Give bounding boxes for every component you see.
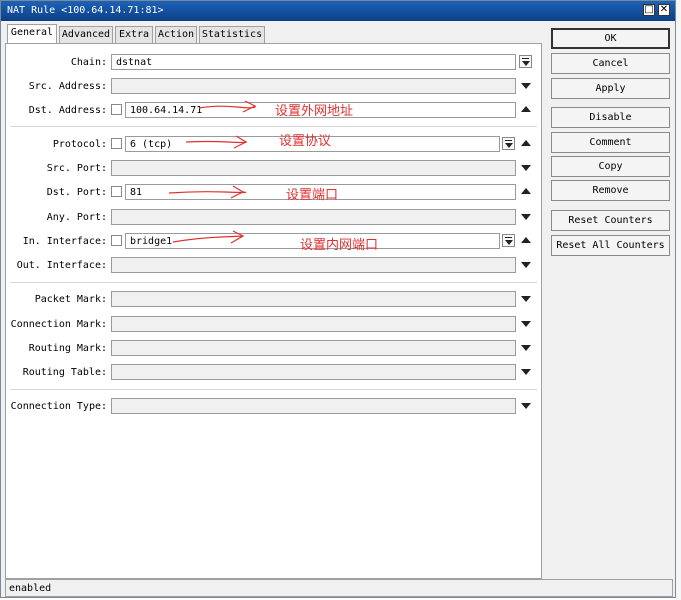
- src-port-field[interactable]: [111, 160, 516, 176]
- reset-all-counters-button[interactable]: Reset All Counters: [551, 235, 670, 256]
- routing-mark-expand-icon[interactable]: [521, 345, 531, 351]
- copy-button[interactable]: Copy: [551, 156, 670, 177]
- dst-address-row: Dst. Address: 100.64.14.71: [6, 102, 541, 119]
- title-bar[interactable]: NAT Rule <100.64.14.71:81> □ ✕: [1, 1, 675, 21]
- connection-type-label: Connection Type:: [10, 401, 107, 412]
- tab-action[interactable]: Action: [155, 26, 197, 43]
- routing-table-label: Routing Table:: [22, 367, 107, 378]
- annotation-dst-address: 设置外网地址: [275, 104, 354, 119]
- out-interface-row: Out. Interface:: [6, 257, 541, 274]
- src-port-label: Src. Port:: [46, 163, 107, 174]
- dst-address-label: Dst. Address:: [28, 105, 107, 116]
- connection-type-expand-icon[interactable]: [521, 403, 531, 409]
- protocol-row: Protocol: 6 (tcp): [6, 136, 541, 153]
- maximize-icon[interactable]: □: [643, 4, 655, 16]
- cancel-button[interactable]: Cancel: [551, 53, 670, 74]
- protocol-value: 6 (tcp): [130, 139, 173, 150]
- annotation-arrow: [172, 230, 245, 244]
- in-interface-value: bridge1: [130, 236, 173, 247]
- dst-port-value: 81: [130, 187, 143, 198]
- close-icon[interactable]: ✕: [658, 4, 670, 16]
- in-interface-dropdown-icon[interactable]: [502, 234, 515, 247]
- packet-mark-expand-icon[interactable]: [521, 296, 531, 302]
- apply-button[interactable]: Apply: [551, 78, 670, 99]
- chain-row: Chain: dstnat: [6, 54, 541, 71]
- connection-mark-row: Connection Mark:: [6, 316, 541, 333]
- any-port-expand-icon[interactable]: [521, 214, 531, 220]
- routing-mark-field[interactable]: [111, 340, 516, 356]
- any-port-label: Any. Port:: [46, 212, 107, 223]
- background-strip: [676, 0, 681, 600]
- src-address-expand-icon[interactable]: [521, 83, 531, 89]
- routing-table-expand-icon[interactable]: [521, 369, 531, 375]
- dst-port-negate-checkbox[interactable]: [111, 186, 122, 197]
- any-port-row: Any. Port:: [6, 209, 541, 226]
- connection-type-row: Connection Type:: [6, 398, 541, 415]
- protocol-label: Protocol:: [52, 139, 107, 150]
- ok-button[interactable]: OK: [551, 28, 670, 49]
- separator: [10, 389, 537, 390]
- protocol-collapse-icon[interactable]: [521, 140, 531, 146]
- out-interface-label: Out. Interface:: [16, 260, 107, 271]
- tab-advanced[interactable]: Advanced: [59, 26, 113, 43]
- protocol-dropdown-icon[interactable]: [502, 137, 515, 150]
- chain-label: Chain:: [70, 57, 107, 68]
- connection-mark-field[interactable]: [111, 316, 516, 332]
- in-interface-row: In. Interface: bridge1: [6, 233, 541, 250]
- nat-rule-window: NAT Rule <100.64.14.71:81> □ ✕ General A…: [0, 0, 676, 598]
- annotation-arrow: [198, 100, 257, 113]
- annotation-in-interface: 设置内网端口: [300, 238, 379, 253]
- src-port-expand-icon[interactable]: [521, 165, 531, 171]
- comment-button[interactable]: Comment: [551, 132, 670, 153]
- protocol-negate-checkbox[interactable]: [111, 138, 122, 149]
- src-address-field[interactable]: [111, 78, 516, 94]
- dst-port-row: Dst. Port: 81: [6, 184, 541, 201]
- chain-value: dstnat: [116, 57, 153, 68]
- routing-mark-row: Routing Mark:: [6, 340, 541, 357]
- reset-counters-button[interactable]: Reset Counters: [551, 210, 670, 231]
- in-interface-label: In. Interface:: [22, 236, 107, 247]
- tab-extra[interactable]: Extra: [115, 26, 153, 43]
- src-address-label: Src. Address:: [28, 81, 107, 92]
- in-interface-negate-checkbox[interactable]: [111, 235, 122, 246]
- packet-mark-field[interactable]: [111, 291, 516, 307]
- disable-button[interactable]: Disable: [551, 107, 670, 128]
- routing-table-row: Routing Table:: [6, 364, 541, 381]
- src-address-row: Src. Address:: [6, 78, 541, 95]
- connection-type-field[interactable]: [111, 398, 516, 414]
- annotation-protocol: 设置协议: [279, 134, 332, 149]
- routing-table-field[interactable]: [111, 364, 516, 380]
- status-bar: enabled: [5, 579, 673, 597]
- dst-port-label: Dst. Port:: [46, 187, 107, 198]
- tab-statistics[interactable]: Statistics: [199, 26, 265, 43]
- out-interface-field[interactable]: [111, 257, 516, 273]
- any-port-field[interactable]: [111, 209, 516, 225]
- packet-mark-row: Packet Mark:: [6, 291, 541, 308]
- packet-mark-label: Packet Mark:: [34, 294, 107, 305]
- chain-dropdown-icon[interactable]: [519, 55, 532, 68]
- general-panel: Chain: dstnat Src. Address: Dst. Address…: [5, 43, 542, 579]
- tab-general[interactable]: General: [7, 24, 57, 44]
- annotation-arrow: [168, 185, 247, 199]
- connection-mark-expand-icon[interactable]: [521, 321, 531, 327]
- status-text: enabled: [9, 583, 52, 594]
- window-title: NAT Rule <100.64.14.71:81>: [7, 5, 164, 16]
- dst-address-collapse-icon[interactable]: [521, 106, 531, 112]
- src-port-row: Src. Port:: [6, 160, 541, 177]
- dst-port-collapse-icon[interactable]: [521, 188, 531, 194]
- annotation-arrow: [185, 135, 248, 149]
- dst-address-value: 100.64.14.71: [130, 105, 203, 116]
- connection-mark-label: Connection Mark:: [10, 319, 107, 330]
- chain-field[interactable]: dstnat: [111, 54, 516, 70]
- in-interface-collapse-icon[interactable]: [521, 237, 531, 243]
- dst-address-negate-checkbox[interactable]: [111, 104, 122, 115]
- remove-button[interactable]: Remove: [551, 180, 670, 201]
- annotation-dst-port: 设置端口: [286, 188, 339, 203]
- routing-mark-label: Routing Mark:: [28, 343, 107, 354]
- separator: [10, 282, 537, 283]
- out-interface-expand-icon[interactable]: [521, 262, 531, 268]
- separator: [10, 126, 537, 127]
